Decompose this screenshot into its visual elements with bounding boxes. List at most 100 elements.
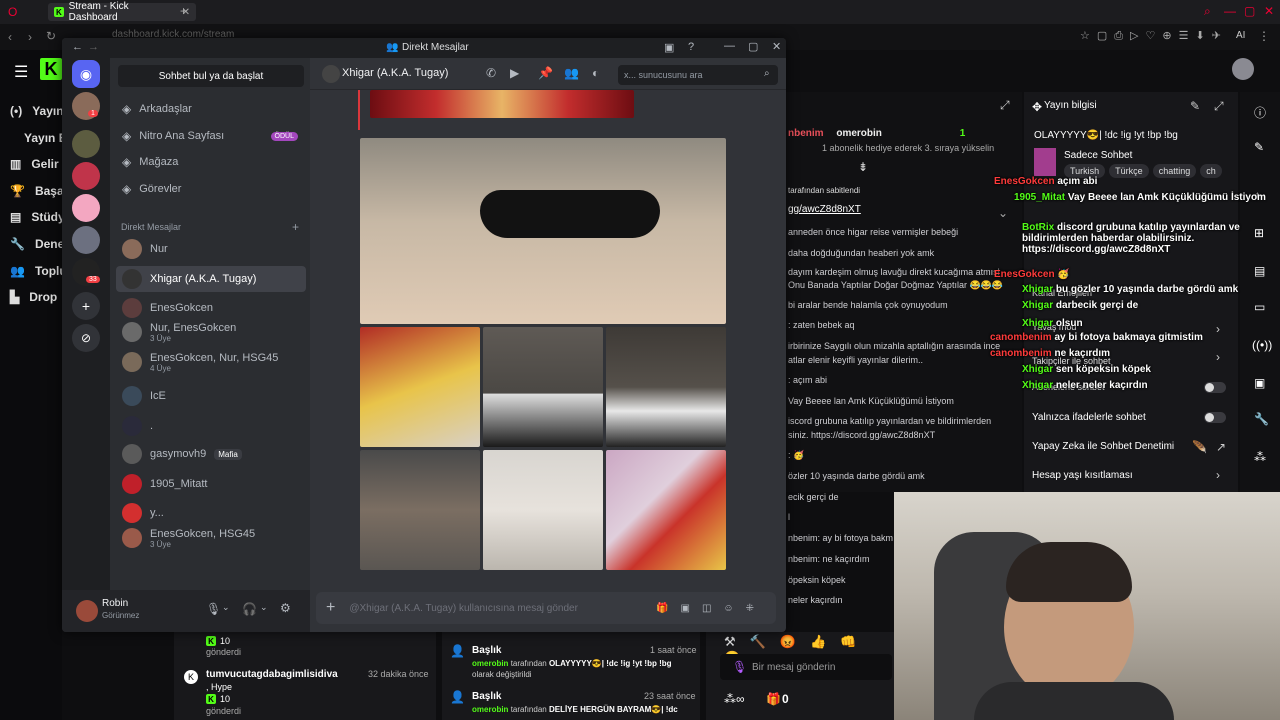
mic-icon[interactable]: 🎙 [732,660,747,674]
message-composer[interactable]: + @Xhigar (A.K.A. Tugay) kullanıcısına m… [316,592,776,624]
browser-tab[interactable]: K Stream - Kick Dashboard ✕ [48,1,196,23]
server-icon[interactable] [72,162,100,190]
server-icon[interactable] [72,130,100,158]
photo-attachment[interactable] [370,90,634,118]
inbox-icon[interactable]: ▣ [664,41,674,54]
dm-nav-shop[interactable]: ◈ Mağaza [116,149,306,175]
toggle-switch[interactable] [1204,382,1226,393]
minimize-icon[interactable]: — [1224,4,1236,18]
hamburger-icon[interactable]: ☰ [14,62,28,82]
profile-avatar[interactable] [1232,58,1254,80]
kick-nav-item[interactable]: ▥ Gelir [10,157,59,171]
dm-nav-nitro[interactable]: ◈ Nitro Ana Sayfası ÖDÜL [116,123,306,149]
collapse-icon[interactable]: ⇟ [858,160,868,174]
dm-item[interactable]: 1905_Mitatt [116,471,306,497]
mic-icon[interactable]: 🎙 [206,602,221,616]
back-icon[interactable]: ‹ [8,30,12,44]
pin-icon[interactable]: 📌 [538,66,553,80]
new-tab-icon[interactable]: + [180,4,187,18]
kick-nav-item[interactable]: 👥 Toplu [10,264,67,278]
reload-icon[interactable]: ↻ [46,29,56,43]
photo-attachment[interactable] [360,450,480,570]
find-conversation-button[interactable]: Sohbet bul ya da başlat [118,65,304,87]
minimize-icon[interactable]: — [724,40,735,52]
close-icon[interactable]: ✕ [772,40,781,53]
popout-chat-icon[interactable]: ⤢ [1000,98,1010,113]
maximize-icon[interactable]: ▢ [748,40,758,53]
apps-icon[interactable]: ⁂ [1254,450,1266,464]
dm-nav-friends[interactable]: ◈ Arkadaşlar [116,96,306,122]
broadcast-icon[interactable]: ((•)) [1252,338,1272,352]
photo-attachment[interactable] [606,327,726,447]
settings-gear-icon[interactable]: ⚙ [280,601,291,615]
composer-icons[interactable]: 🎁▣◫☺⁜ [656,603,766,614]
dm-item[interactable]: Xhigar (A.K.A. Tugay) [116,266,306,292]
server-icon[interactable] [72,226,100,254]
chevron-down-icon[interactable]: ⌄ [998,206,1008,220]
forward-icon[interactable]: › [28,30,32,44]
pencil-icon[interactable]: ✎ [1254,140,1264,154]
toolbar-icons[interactable]: ☆▢⎙▷♡⊕☰⬇✈ [1080,29,1228,43]
photo-attachment[interactable] [606,450,726,570]
category-name[interactable]: Sadece Sohbet [1064,150,1132,161]
dm-item[interactable]: Nur [116,236,306,262]
dm-item[interactable]: Nur, EnesGokcen 3 Üye [116,319,306,345]
setting-row[interactable]: Yalnızca ifadelerle sohbet [1032,412,1146,423]
dm-item[interactable]: y... [116,500,306,526]
dm-nav-quests[interactable]: ◈ Görevler [116,176,306,202]
forward-arrow-icon[interactable]: → [88,41,99,53]
dm-item[interactable]: IcE [116,383,306,409]
activity-user[interactable]: tumvucutagdabagimlisidiva [206,669,338,680]
chat-icon[interactable]: ▭ [1254,300,1265,314]
create-dm-icon[interactable]: + [292,220,299,234]
maximize-icon[interactable]: ▢ [1244,4,1255,18]
dm-item[interactable]: EnesGokcen, Nur, HSG45 4 Üye [116,349,306,375]
menu-icon[interactable]: ⋮ [1258,29,1270,43]
server-icon[interactable] [72,194,100,222]
photo-attachment[interactable] [360,327,480,447]
discord-home-icon[interactable]: ◉ [72,60,100,88]
chevron-down-icon[interactable]: ⌄ [222,602,230,613]
add-server-icon[interactable]: + [72,292,100,320]
add-friend-icon[interactable]: 👥 [564,66,579,80]
pinned-link[interactable]: gg/awcZ8d8nXT [788,204,861,215]
ai-icon[interactable]: AI [1236,30,1245,41]
dm-item[interactable]: EnesGokcen [116,295,306,321]
external-link-icon[interactable]: ↗ [1216,440,1226,454]
profile-icon[interactable]: ◐ [592,66,599,80]
photo-attachment[interactable] [483,450,603,570]
photo-attachment[interactable] [483,327,603,447]
dm-item[interactable]: . [116,413,306,439]
chevron-right-icon[interactable]: › [1216,322,1220,336]
chevron-down-icon[interactable]: ⌄ [260,602,268,613]
attach-plus-icon[interactable]: + [326,599,335,617]
kick-logo-icon[interactable]: K [40,58,62,80]
close-window-icon[interactable]: ✕ [1264,4,1274,18]
search-icon[interactable]: ⌕ [1204,4,1211,19]
tag-chip[interactable]: chatting [1152,164,1197,178]
toggle-switch[interactable] [1204,412,1226,423]
opera-logo-icon[interactable]: O [8,5,17,19]
kick-nav-item[interactable]: ▙ Drop [10,290,57,304]
wrench-icon[interactable]: 🔧 [1254,412,1269,426]
tag-chip[interactable]: ch [1200,164,1222,178]
search-input[interactable]: x... sunucusunu ara [618,65,778,85]
dm-item[interactable]: EnesGokcen, HSG45 3 Üye [116,525,306,551]
popout-icon[interactable]: ⤢ [1214,99,1224,114]
setting-row[interactable]: Yapay Zeka ile Sohbet Denetimi [1032,441,1174,452]
edit-icon[interactable]: ✎ [1190,99,1200,113]
chevron-right-icon[interactable]: › [1216,468,1220,482]
doc-icon[interactable]: ▤ [1254,264,1265,278]
layout-icon[interactable]: ▣ [1254,376,1265,390]
help-icon[interactable]: ? [688,41,694,53]
explore-icon[interactable]: ⊘ [72,324,100,352]
info-icon[interactable]: ⓘ [1254,104,1266,121]
kick-nav-item[interactable]: (•) Yayın [10,104,64,118]
headphones-icon[interactable]: 🎧 [242,602,257,616]
tag-chip[interactable]: Türkçe [1109,164,1149,178]
video-icon[interactable]: ▶ [510,66,519,80]
kick-nav-item[interactable]: Yayın B [24,131,67,145]
call-icon[interactable]: ✆ [486,66,496,80]
photo-attachment[interactable] [360,138,726,324]
dm-item[interactable]: gasymovh9 Mafia [116,441,306,467]
